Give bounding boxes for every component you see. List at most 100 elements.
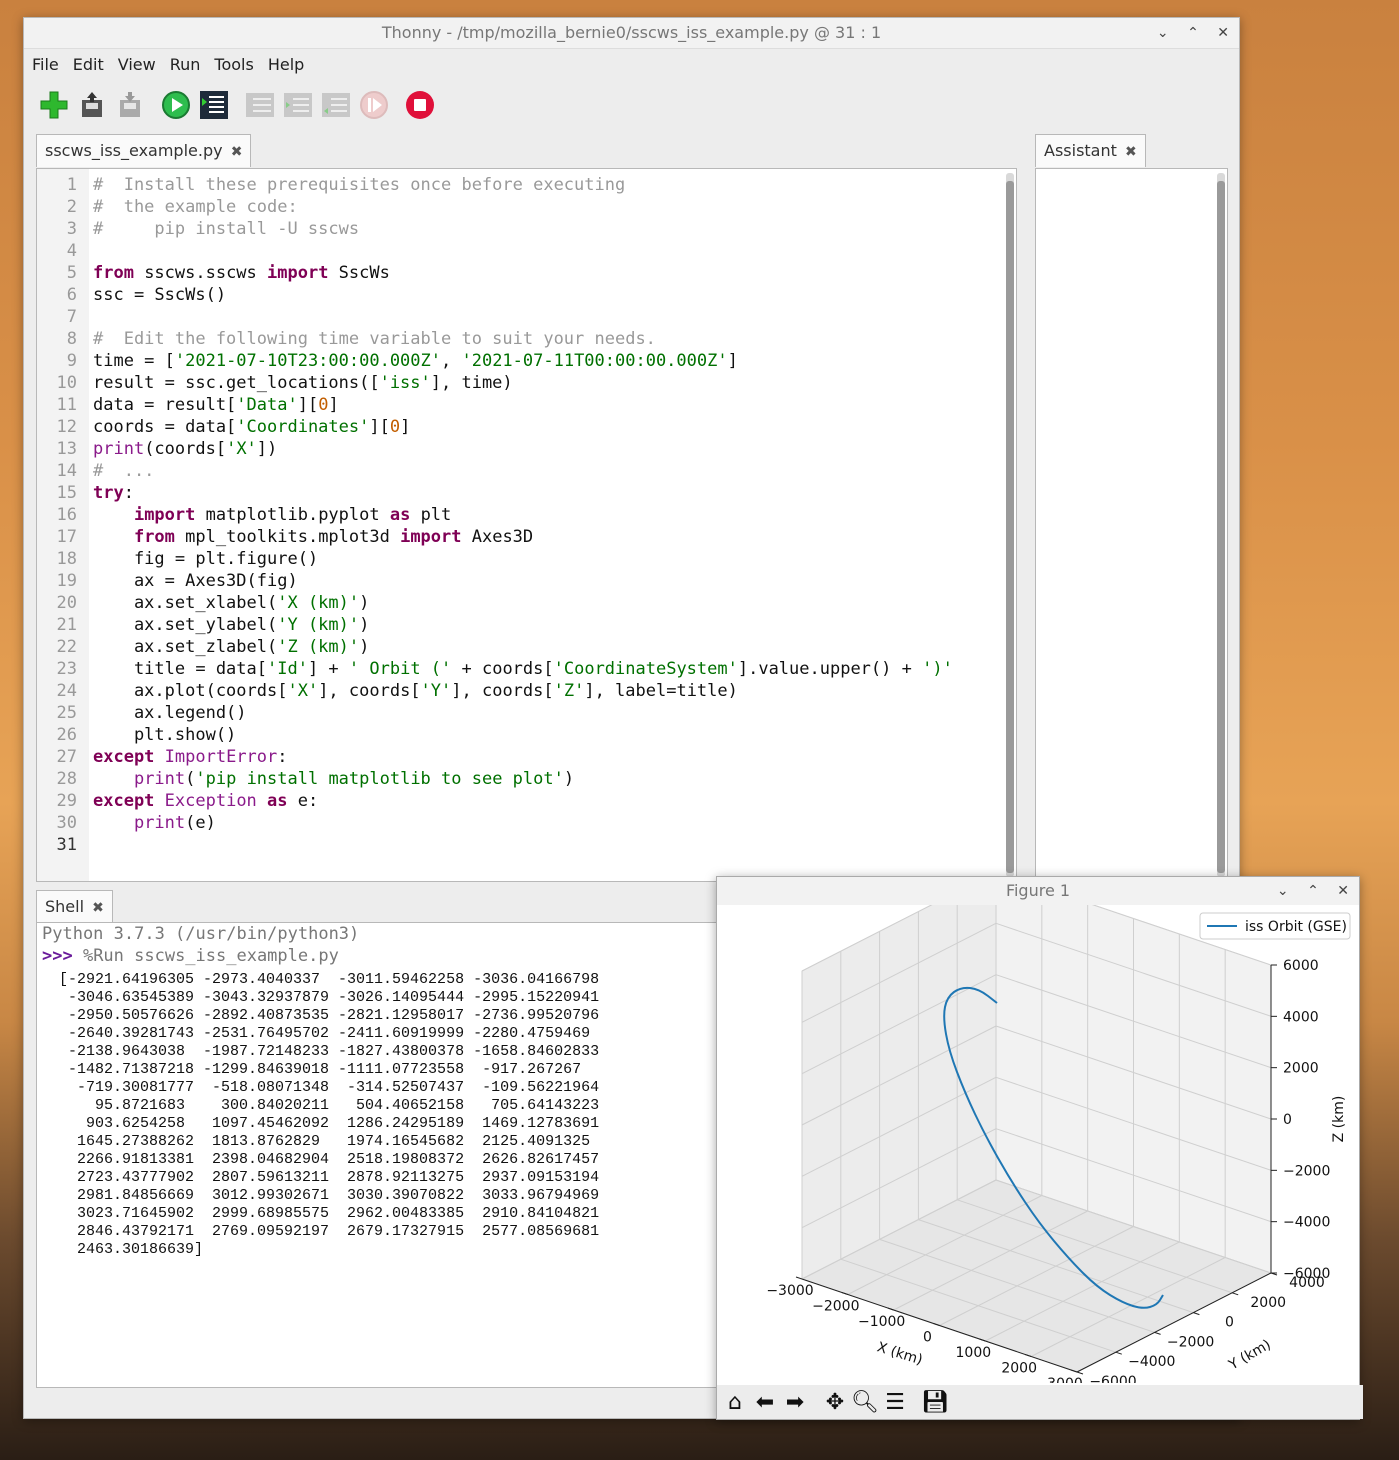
assistant-scrollbar[interactable] [1217, 173, 1225, 877]
step-out-button[interactable] [320, 89, 352, 121]
code-line: except Exception as e: [93, 791, 319, 811]
window-title: Thonny - /tmp/mozilla_bernie0/sscws_iss_… [381, 23, 882, 42]
step-into-button[interactable] [282, 89, 314, 121]
forward-icon[interactable]: ➡ [781, 1388, 809, 1416]
line-number: 9 [66, 351, 77, 371]
editor-scrollbar[interactable] [1006, 173, 1014, 877]
x-axis-label: X (km) [875, 1339, 924, 1368]
save-file-icon [120, 92, 140, 117]
close-tab-icon[interactable]: ✖ [1125, 144, 1137, 160]
scrollbar-thumb[interactable] [1217, 181, 1225, 873]
line-number: 20 [56, 593, 77, 613]
line-number-gutter: 1 2 3 4 5 6 7 8 9 10 11 12 13 14 15 16 17 18 19 20 21 22 23 24 2… [37, 169, 89, 881]
code-line: ax = Axes3D(fig) [93, 571, 298, 591]
close-tab-icon[interactable]: ✖ [231, 144, 243, 160]
code-line: print('pip install matplotlib to see plo… [133, 769, 575, 789]
line-number: 22 [56, 637, 77, 657]
menu-help[interactable]: Help [268, 55, 304, 74]
x-tick-label: 2000 [1001, 1361, 1037, 1377]
maximize-icon[interactable]: ⌃ [1307, 883, 1319, 899]
line-number: 19 [56, 571, 77, 591]
step-into-icon [284, 93, 312, 117]
maximize-icon[interactable]: ⌃ [1187, 25, 1199, 41]
figure-window: Figure 1 ⌄ ⌃ ✕ −3000−2000−10000100020003… [716, 871, 1363, 1420]
code-text[interactable]: # Install these prerequisites once befor… [93, 174, 996, 856]
line-number: 24 [56, 681, 77, 701]
line-number: 16 [56, 505, 77, 525]
menu-view[interactable]: View [118, 55, 156, 74]
z-tick-label: −6000 [1283, 1266, 1330, 1282]
line-number: 11 [56, 395, 77, 415]
minimize-icon[interactable]: ⌄ [1277, 883, 1289, 899]
line-number: 21 [56, 615, 77, 635]
code-line: # ... [93, 461, 155, 481]
pan-icon[interactable]: ✥ [821, 1388, 849, 1416]
x-tick-label: −2000 [812, 1299, 859, 1315]
y-axis-label: Y (km) [1225, 1337, 1273, 1374]
resume-button[interactable] [358, 89, 390, 121]
line-number: 17 [56, 527, 77, 547]
code-line: print(coords['X']) [93, 439, 278, 459]
code-line: ax.set_xlabel('X (km)') [93, 593, 370, 613]
z-tick-label: −2000 [1283, 1163, 1330, 1179]
tab-assistant[interactable]: Assistant ✖ [1035, 134, 1146, 167]
code-editor[interactable]: 1 2 3 4 5 6 7 8 9 10 11 12 13 14 15 16 17 18 19 20 21 22 23 24 2… [36, 168, 1017, 882]
line-number: 10 [56, 373, 77, 393]
y-tick [1193, 1312, 1200, 1316]
figure-window-controls: ⌄ ⌃ ✕ [1263, 877, 1349, 905]
figure-titlebar: Figure 1 ⌄ ⌃ ✕ [717, 877, 1359, 905]
y-tick [1232, 1292, 1239, 1296]
figure-title: Figure 1 [1005, 881, 1071, 900]
minimize-icon[interactable]: ⌄ [1157, 25, 1169, 41]
tab-label: Assistant [1044, 141, 1117, 160]
close-icon[interactable]: ✕ [1217, 25, 1229, 41]
line-number: 12 [56, 417, 77, 437]
tab-sscws-iss-example[interactable]: sscws_iss_example.py ✖ [36, 134, 252, 167]
close-tab-icon[interactable]: ✖ [92, 900, 104, 916]
scrollbar-thumb[interactable] [1006, 181, 1014, 873]
code-line: ax.set_ylabel('Y (km)') [93, 615, 370, 635]
debug-button[interactable] [198, 89, 230, 121]
tab-label: Shell [45, 897, 85, 916]
code-line: data = result['Data'][0] [93, 395, 339, 415]
figure-toolbar: ⌂ ⬅ ➡ ✥ 🔍︎ ☰ 💾︎ [717, 1385, 1363, 1419]
step-over-button[interactable] [244, 89, 276, 121]
back-icon[interactable]: ⬅ [751, 1388, 779, 1416]
line-number: 26 [56, 725, 77, 745]
open-file-button[interactable] [76, 89, 108, 121]
menu-run[interactable]: Run [170, 55, 201, 74]
menu-file[interactable]: File [32, 55, 59, 74]
menu-edit[interactable]: Edit [73, 55, 104, 74]
configure-icon[interactable]: ☰ [881, 1388, 909, 1416]
y-tick-label: −6000 [1089, 1374, 1136, 1383]
code-line: coords = data['Coordinates'][0] [93, 417, 411, 437]
x-tick-label: 1000 [956, 1345, 992, 1361]
zoom-icon[interactable]: 🔍︎ [851, 1388, 879, 1416]
home-icon[interactable]: ⌂ [721, 1388, 749, 1416]
orbit-3d-plot[interactable]: −3000−2000−10000100020003000−6000−4000−2… [717, 871, 1359, 1392]
code-line: ax.set_zlabel('Z (km)') [93, 637, 370, 657]
line-number: 15 [56, 483, 77, 503]
save-file-button[interactable] [114, 89, 146, 121]
run-icon [162, 91, 190, 119]
shell-panel[interactable]: Python 3.7.3 (/usr/bin/python3) >>> %Run… [36, 922, 728, 1388]
close-icon[interactable]: ✕ [1337, 883, 1349, 899]
line-number: 23 [56, 659, 77, 679]
z-tick-label: 6000 [1283, 958, 1319, 974]
shell-command-line: >>> %Run sscws_iss_example.py [37, 945, 727, 967]
z-tick-label: 0 [1283, 1112, 1292, 1128]
tab-shell[interactable]: Shell ✖ [36, 890, 113, 923]
save-icon[interactable]: 💾︎ [921, 1388, 949, 1416]
line-number: 27 [56, 747, 77, 767]
stop-button[interactable] [404, 89, 436, 121]
menu-tools[interactable]: Tools [214, 55, 253, 74]
shell-output: [-2921.64196305 -2973.4040337 -3011.5946… [59, 971, 600, 1258]
run-button[interactable] [160, 89, 192, 121]
x-tick-label: 3000 [1047, 1376, 1083, 1383]
new-file-button[interactable] [38, 89, 70, 121]
y-tick-label: −4000 [1128, 1354, 1175, 1370]
code-line: import matplotlib.pyplot as plt [133, 505, 452, 525]
window-controls: ⌄ ⌃ ✕ [1143, 18, 1229, 48]
line-number: 28 [56, 769, 77, 789]
assistant-panel [1035, 168, 1228, 882]
